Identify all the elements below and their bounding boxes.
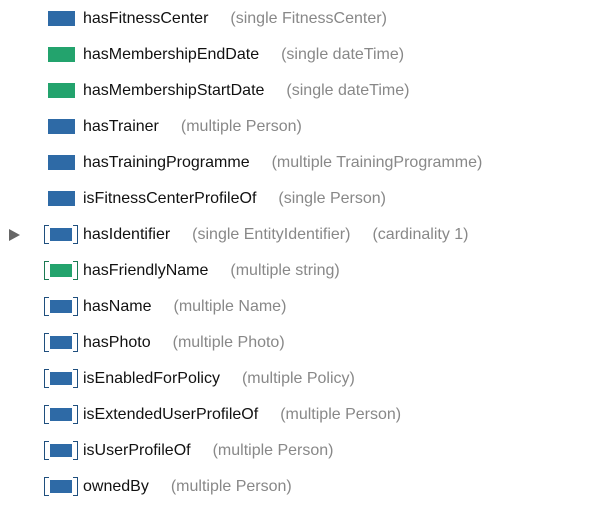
property-cardinality: (cardinality 1) [372, 226, 469, 243]
property-type: (multiple Person) [180, 118, 302, 135]
object-property-icon [48, 155, 75, 170]
tree-row-isFitnessCenterProfileOf[interactable]: isFitnessCenterProfileOf (single Person) [0, 182, 602, 216]
tree-row-isUserProfileOf[interactable]: isUserProfileOf (multiple Person) [0, 434, 602, 468]
property-type: (single FitnessCenter) [230, 10, 387, 27]
tree-row-isExtendedUserProfileOf[interactable]: isExtendedUserProfileOf (multiple Person) [0, 398, 602, 432]
tree-row-hasIdentifier[interactable]: hasIdentifier (single EntityIdentifier) (c… [0, 218, 602, 252]
property-name: isExtendedUserProfileOf [83, 406, 259, 423]
object-property-icon [48, 191, 75, 206]
row-text: hasName (multiple Name) [83, 297, 286, 317]
property-type: (multiple Photo) [172, 334, 285, 351]
row-text: hasMembershipEndDate (single dateTime) [83, 45, 404, 65]
expand-arrow-icon[interactable] [9, 229, 20, 241]
row-text: isExtendedUserProfileOf (multiple Person) [83, 405, 401, 425]
property-name: hasTrainingProgramme [83, 154, 250, 171]
inherited-object-property-icon [44, 369, 78, 388]
row-text: isEnabledForPolicy (multiple Policy) [83, 369, 355, 389]
property-type: (multiple TrainingProgramme) [271, 154, 483, 171]
row-text: hasMembershipStartDate (single dateTime) [83, 81, 409, 101]
row-text: isUserProfileOf (multiple Person) [83, 441, 334, 461]
property-name: hasFriendlyName [83, 262, 209, 279]
tree-row-isEnabledForPolicy[interactable]: isEnabledForPolicy (multiple Policy) [0, 362, 602, 396]
property-type: (multiple Policy) [241, 370, 355, 387]
property-name: isEnabledForPolicy [83, 370, 220, 387]
property-name: hasTrainer [83, 118, 159, 135]
row-text: hasTrainingProgramme (multiple TrainingPr… [83, 153, 482, 173]
row-text: hasTrainer (multiple Person) [83, 117, 302, 137]
row-text: hasIdentifier (single EntityIdentifier) (c… [83, 225, 469, 245]
tree-row-hasTrainingProgramme[interactable]: hasTrainingProgramme (multiple TrainingPr… [0, 146, 602, 180]
property-type: (multiple Person) [212, 442, 334, 459]
row-text: isFitnessCenterProfileOf (single Person) [83, 189, 386, 209]
property-name: isFitnessCenterProfileOf [83, 190, 257, 207]
property-type: (single dateTime) [286, 82, 410, 99]
tree-row-hasFriendlyName[interactable]: hasFriendlyName (multiple string) [0, 254, 602, 288]
row-text: hasFitnessCenter (single FitnessCenter) [83, 9, 387, 29]
inherited-object-property-icon [44, 225, 78, 244]
property-name: hasName [83, 298, 152, 315]
property-name: ownedBy [83, 478, 149, 495]
datatype-property-icon [48, 83, 75, 98]
tree-row-hasTrainer[interactable]: hasTrainer (multiple Person) [0, 110, 602, 144]
tree-row-hasPhoto[interactable]: hasPhoto (multiple Photo) [0, 326, 602, 360]
object-property-icon [48, 11, 75, 26]
tree-row-hasFitnessCenter[interactable]: hasFitnessCenter (single FitnessCenter) [0, 2, 602, 36]
row-text: hasPhoto (multiple Photo) [83, 333, 285, 353]
tree-row-hasName[interactable]: hasName (multiple Name) [0, 290, 602, 324]
property-name: hasMembershipEndDate [83, 46, 260, 63]
inherited-object-property-icon [44, 333, 78, 352]
property-type: (multiple Person) [170, 478, 292, 495]
tree-row-hasMembershipStartDate[interactable]: hasMembershipStartDate (single dateTime) [0, 74, 602, 108]
inherited-datatype-property-icon [44, 261, 78, 280]
property-type: (multiple Person) [280, 406, 402, 423]
property-name: isUserProfileOf [83, 442, 191, 459]
property-type: (single dateTime) [281, 46, 405, 63]
property-name: hasMembershipStartDate [83, 82, 265, 99]
row-text: ownedBy (multiple Person) [83, 477, 292, 497]
property-name: hasIdentifier [83, 226, 171, 243]
property-type: (single Person) [278, 190, 386, 207]
row-text: hasFriendlyName (multiple string) [83, 261, 340, 281]
inherited-object-property-icon [44, 297, 78, 316]
property-name: hasFitnessCenter [83, 10, 209, 27]
inherited-object-property-icon [44, 405, 78, 424]
property-type: (multiple Name) [173, 298, 287, 315]
tree-row-ownedBy[interactable]: ownedBy (multiple Person) [0, 470, 602, 504]
inherited-object-property-icon [44, 477, 78, 496]
inherited-object-property-icon [44, 441, 78, 460]
property-type: (single EntityIdentifier) [192, 226, 351, 243]
property-name: hasPhoto [83, 334, 151, 351]
object-property-icon [48, 119, 75, 134]
property-tree: hasFitnessCenter (single FitnessCenter) h… [0, 0, 602, 525]
property-type: (multiple string) [230, 262, 340, 279]
tree-row-hasMembershipEndDate[interactable]: hasMembershipEndDate (single dateTime) [0, 38, 602, 72]
datatype-property-icon [48, 47, 75, 62]
